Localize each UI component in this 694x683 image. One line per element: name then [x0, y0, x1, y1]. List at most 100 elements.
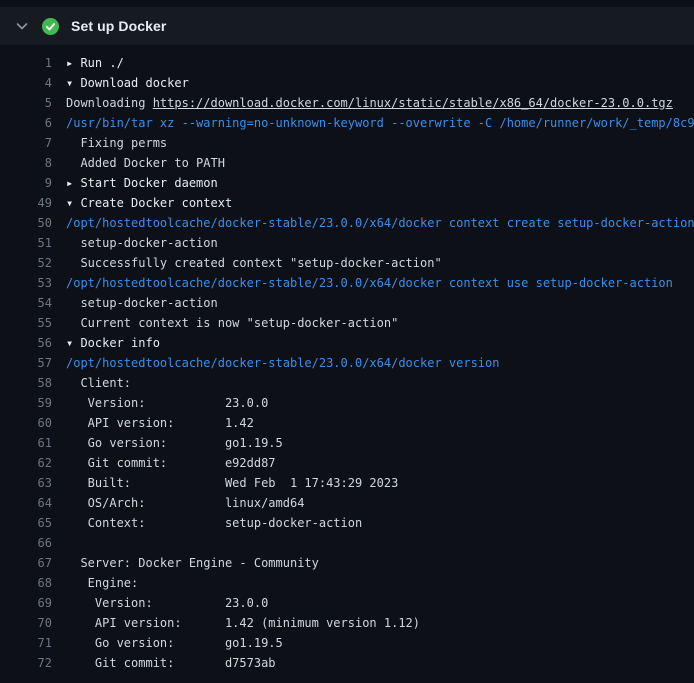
log-line: 7 Fixing perms: [0, 133, 694, 153]
log-line: 49▾ Create Docker context: [0, 193, 694, 213]
line-number[interactable]: 51: [0, 233, 52, 253]
log-line: 51 setup-docker-action: [0, 233, 694, 253]
log-text: Go version: go1.19.5: [52, 433, 283, 453]
line-number[interactable]: 57: [0, 353, 52, 373]
log-text: API version: 1.42: [52, 413, 254, 433]
log-text: API version: 1.42 (minimum version 1.12): [52, 613, 420, 633]
log-line: 70 API version: 1.42 (minimum version 1.…: [0, 613, 694, 633]
log-line: 62 Git commit: e92dd87: [0, 453, 694, 473]
line-number[interactable]: 63: [0, 473, 52, 493]
log-text: Git commit: e92dd87: [52, 453, 276, 473]
line-number[interactable]: 54: [0, 293, 52, 313]
log-text: Engine:: [52, 573, 138, 593]
chevron-expanded-icon: ▾: [66, 76, 73, 90]
log-line: 1▸ Run ./: [0, 53, 694, 73]
log-url-link[interactable]: https://download.docker.com/linux/static…: [153, 96, 673, 110]
log-line: 8 Added Docker to PATH: [0, 153, 694, 173]
log-text: Fixing perms: [52, 133, 167, 153]
log-text: Version: 23.0.0: [52, 593, 268, 613]
line-number[interactable]: 67: [0, 553, 52, 573]
log-group-toggle[interactable]: ▾ Create Docker context: [52, 193, 232, 213]
chevron-expanded-icon: ▾: [66, 196, 73, 210]
step-title: Set up Docker: [71, 18, 166, 34]
chevron-expanded-icon: ▾: [66, 336, 73, 350]
log-text: setup-docker-action: [52, 293, 218, 313]
log-group-toggle[interactable]: ▾ Download docker: [52, 73, 189, 93]
log-line: 60 API version: 1.42: [0, 413, 694, 433]
line-number[interactable]: 8: [0, 153, 52, 173]
line-number[interactable]: 1: [0, 53, 52, 73]
log-line: 52 Successfully created context "setup-d…: [0, 253, 694, 273]
log-container: 1▸ Run ./4▾ Download docker5Downloading …: [0, 45, 694, 673]
line-number[interactable]: 49: [0, 193, 52, 213]
log-command-text: /opt/hostedtoolcache/docker-stable/23.0.…: [52, 353, 499, 373]
line-number[interactable]: 5: [0, 93, 52, 113]
log-line: 6/usr/bin/tar xz --warning=no-unknown-ke…: [0, 113, 694, 133]
log-line: 65 Context: setup-docker-action: [0, 513, 694, 533]
log-line: 69 Version: 23.0.0: [0, 593, 694, 613]
line-number[interactable]: 59: [0, 393, 52, 413]
line-number[interactable]: 4: [0, 73, 52, 93]
line-number[interactable]: 72: [0, 653, 52, 673]
line-number[interactable]: 7: [0, 133, 52, 153]
check-circle-icon: [42, 18, 59, 35]
log-line: 68 Engine:: [0, 573, 694, 593]
log-line: 72 Git commit: d7573ab: [0, 653, 694, 673]
log-line: 4▾ Download docker: [0, 73, 694, 93]
line-number[interactable]: 9: [0, 173, 52, 193]
log-text: Added Docker to PATH: [52, 153, 225, 173]
line-number[interactable]: 71: [0, 633, 52, 653]
log-line: 57/opt/hostedtoolcache/docker-stable/23.…: [0, 353, 694, 373]
log-group-toggle[interactable]: ▸ Start Docker daemon: [52, 173, 218, 193]
step-header[interactable]: Set up Docker: [0, 7, 694, 45]
log-command-text: /opt/hostedtoolcache/docker-stable/23.0.…: [52, 273, 673, 293]
log-line: 55 Current context is now "setup-docker-…: [0, 313, 694, 333]
line-number[interactable]: 6: [0, 113, 52, 133]
log-command-text: /opt/hostedtoolcache/docker-stable/23.0.…: [52, 213, 694, 233]
line-number[interactable]: 58: [0, 373, 52, 393]
log-text: setup-docker-action: [52, 233, 218, 253]
line-number[interactable]: 52: [0, 253, 52, 273]
line-number[interactable]: 55: [0, 313, 52, 333]
log-line: 53/opt/hostedtoolcache/docker-stable/23.…: [0, 273, 694, 293]
chevron-down-icon[interactable]: [14, 18, 30, 34]
log-text: Current context is now "setup-docker-act…: [52, 313, 398, 333]
log-group-toggle[interactable]: ▾ Docker info: [52, 333, 160, 353]
log-line: 63 Built: Wed Feb 1 17:43:29 2023: [0, 473, 694, 493]
log-line: 64 OS/Arch: linux/amd64: [0, 493, 694, 513]
line-number[interactable]: 53: [0, 273, 52, 293]
line-number[interactable]: 68: [0, 573, 52, 593]
log-group-toggle[interactable]: ▸ Run ./: [52, 53, 124, 73]
line-number[interactable]: 66: [0, 533, 52, 553]
log-line: 67 Server: Docker Engine - Community: [0, 553, 694, 573]
line-number[interactable]: 61: [0, 433, 52, 453]
line-number[interactable]: 65: [0, 513, 52, 533]
line-number[interactable]: 56: [0, 333, 52, 353]
log-text: Client:: [52, 373, 131, 393]
log-text: Git commit: d7573ab: [52, 653, 276, 673]
log-line: 5Downloading https://download.docker.com…: [0, 93, 694, 113]
line-number[interactable]: 64: [0, 493, 52, 513]
log-text: Go version: go1.19.5: [52, 633, 283, 653]
log-text: Successfully created context "setup-dock…: [52, 253, 442, 273]
log-line: 9▸ Start Docker daemon: [0, 173, 694, 193]
line-number[interactable]: 60: [0, 413, 52, 433]
log-line: 71 Go version: go1.19.5: [0, 633, 694, 653]
log-line: 58 Client:: [0, 373, 694, 393]
actions-log-page: Set up Docker 1▸ Run ./4▾ Download docke…: [0, 0, 694, 673]
log-text: Downloading https://download.docker.com/…: [52, 93, 673, 113]
log-command-text: /usr/bin/tar xz --warning=no-unknown-key…: [52, 113, 694, 133]
log-line: 66: [0, 533, 694, 553]
line-number[interactable]: 62: [0, 453, 52, 473]
log-text: OS/Arch: linux/amd64: [52, 493, 304, 513]
line-number[interactable]: 69: [0, 593, 52, 613]
line-number[interactable]: 50: [0, 213, 52, 233]
log-text: Server: Docker Engine - Community: [52, 553, 319, 573]
log-line: 56▾ Docker info: [0, 333, 694, 353]
log-line: 50/opt/hostedtoolcache/docker-stable/23.…: [0, 213, 694, 233]
log-text: Context: setup-docker-action: [52, 513, 362, 533]
line-number[interactable]: 70: [0, 613, 52, 633]
log-text: Built: Wed Feb 1 17:43:29 2023: [52, 473, 398, 493]
log-text: [52, 533, 66, 553]
log-line: 59 Version: 23.0.0: [0, 393, 694, 413]
